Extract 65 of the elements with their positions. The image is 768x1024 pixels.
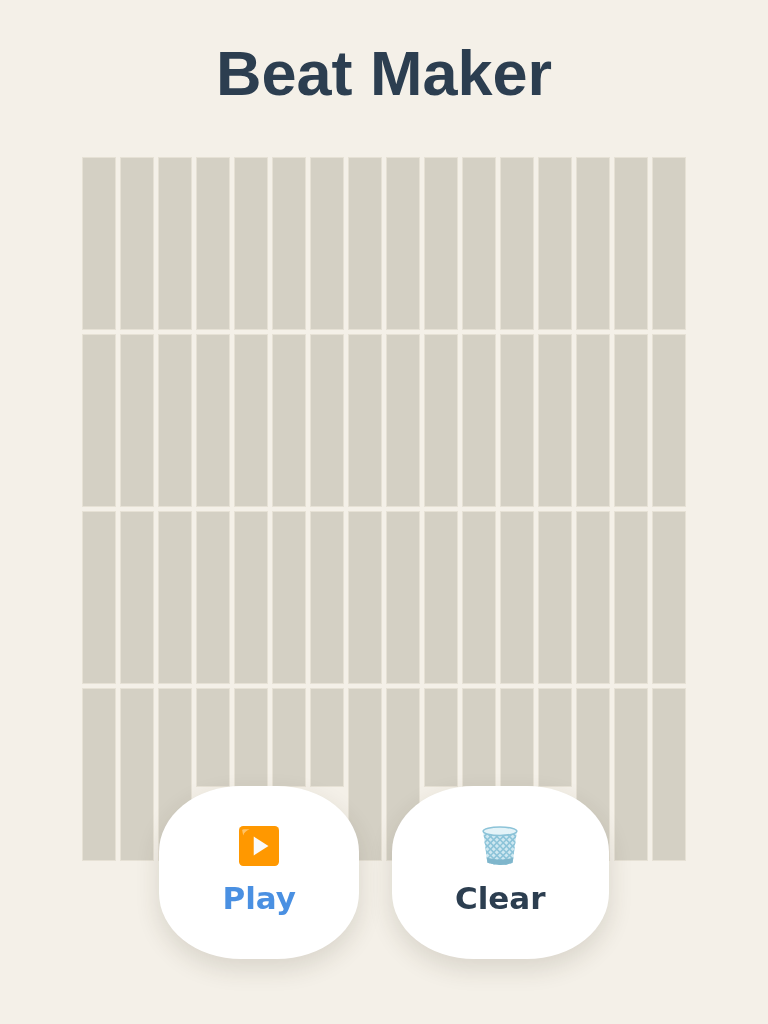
step-pad[interactable]: [272, 511, 306, 684]
step-pad[interactable]: [120, 157, 154, 330]
step-pad[interactable]: [158, 511, 192, 684]
step-pad[interactable]: [576, 157, 610, 330]
step-pad[interactable]: [500, 157, 534, 330]
step-pad[interactable]: [500, 334, 534, 507]
app-title: Beat Maker: [215, 37, 553, 110]
step-pad[interactable]: [386, 334, 420, 507]
step-pad[interactable]: [386, 511, 420, 684]
step-pad[interactable]: [82, 688, 116, 861]
step-pad[interactable]: [538, 157, 572, 330]
step-pad[interactable]: [310, 511, 344, 684]
step-pad[interactable]: [652, 334, 686, 507]
step-pad[interactable]: [196, 334, 230, 507]
step-pad[interactable]: [234, 334, 268, 507]
step-pad[interactable]: [196, 688, 230, 787]
step-pad[interactable]: [348, 334, 382, 507]
step-pad[interactable]: [234, 511, 268, 684]
step-pad[interactable]: [538, 511, 572, 684]
step-pad[interactable]: [576, 511, 610, 684]
step-pad[interactable]: [500, 688, 534, 787]
step-pad[interactable]: [614, 511, 648, 684]
step-pad[interactable]: [424, 688, 458, 787]
step-pad[interactable]: [348, 688, 382, 861]
step-pad[interactable]: [652, 688, 686, 861]
step-pad[interactable]: [614, 334, 648, 507]
step-pad[interactable]: [348, 511, 382, 684]
step-pad[interactable]: [196, 511, 230, 684]
step-pad[interactable]: [386, 157, 420, 330]
step-pad[interactable]: [424, 511, 458, 684]
step-pad[interactable]: [234, 157, 268, 330]
step-pad[interactable]: [158, 334, 192, 507]
clear-button[interactable]: Clear: [391, 786, 609, 959]
step-pad[interactable]: [272, 334, 306, 507]
step-pad[interactable]: [538, 334, 572, 507]
step-pad[interactable]: [310, 688, 344, 787]
step-pad[interactable]: [120, 688, 154, 861]
step-pad[interactable]: [614, 157, 648, 330]
step-pad[interactable]: [234, 688, 268, 787]
step-pad[interactable]: [424, 334, 458, 507]
step-pad[interactable]: [462, 157, 496, 330]
step-pad[interactable]: [82, 334, 116, 507]
step-pad[interactable]: [462, 334, 496, 507]
step-pad[interactable]: [310, 157, 344, 330]
step-pad[interactable]: [652, 157, 686, 330]
step-pad[interactable]: [462, 511, 496, 684]
step-pad[interactable]: [272, 157, 306, 330]
step-pad[interactable]: [196, 157, 230, 330]
step-pad[interactable]: [500, 511, 534, 684]
step-pad[interactable]: [310, 334, 344, 507]
step-pad[interactable]: [652, 511, 686, 684]
step-pad[interactable]: [82, 511, 116, 684]
step-pad[interactable]: [462, 688, 496, 787]
step-pad[interactable]: [272, 688, 306, 787]
play-icon: [239, 826, 280, 866]
step-pad[interactable]: [424, 157, 458, 330]
wastebasket-icon: [480, 826, 521, 866]
step-pad[interactable]: [120, 511, 154, 684]
step-pad[interactable]: [614, 688, 648, 861]
step-pad[interactable]: [538, 688, 572, 787]
step-pad[interactable]: [120, 334, 154, 507]
step-pad[interactable]: [348, 157, 382, 330]
step-pad[interactable]: [158, 157, 192, 330]
step-pad[interactable]: [82, 157, 116, 330]
step-pad[interactable]: [576, 334, 610, 507]
